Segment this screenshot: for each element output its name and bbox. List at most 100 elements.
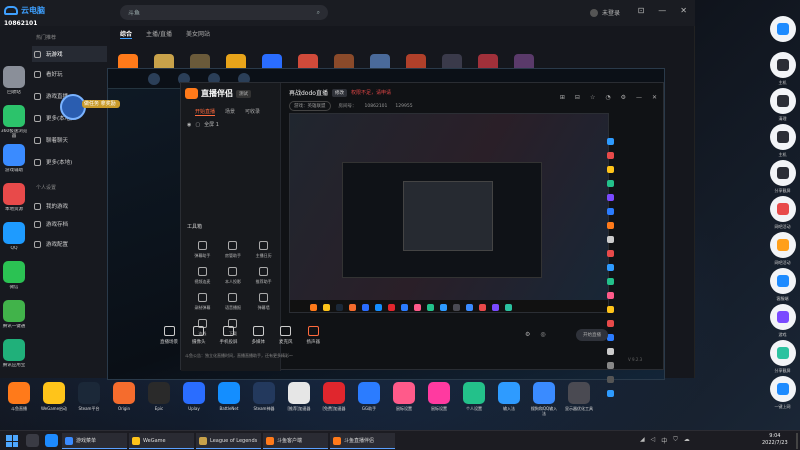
bell-icon[interactable]: ◔ (605, 94, 610, 101)
category-select[interactable]: 游戏：英雄联盟 (289, 101, 331, 111)
restore-icon[interactable]: ⊡ (638, 6, 645, 15)
network-icon[interactable]: ◢ (640, 436, 645, 445)
gift-icon[interactable]: ⊞ (560, 94, 565, 101)
taskbar-app[interactable]: 游戏菜单 (62, 433, 127, 449)
shelf-app[interactable]: 鼠标设置 (424, 380, 454, 430)
shelf-app[interactable]: 搜狗和QQ输入法 (529, 380, 559, 430)
record-icon[interactable]: ◎ (540, 331, 545, 338)
settings-icon[interactable]: ⚙ (525, 331, 530, 338)
nav-item-play-games[interactable]: 玩游戏 (32, 46, 107, 62)
tool-item[interactable]: 录制弹幕 (187, 293, 218, 311)
edge-icon[interactable] (45, 434, 58, 447)
control-speaker[interactable]: 扬声器 (307, 326, 320, 345)
dock-button[interactable] (769, 232, 796, 258)
start-live-button[interactable]: 开始直播 (576, 329, 608, 341)
tool-item[interactable]: 房管助手 (218, 241, 249, 259)
shelf-app[interactable]: Steam神器 (249, 380, 279, 430)
tab-streamers[interactable]: 主播/直播 (146, 29, 172, 39)
gear-icon[interactable]: ⚙ (621, 94, 626, 101)
shelf-app[interactable]: Epic (144, 380, 174, 430)
tab-scene[interactable]: 场景 (225, 108, 235, 116)
dock-button[interactable] (769, 196, 796, 222)
login-area[interactable]: 未登录 (590, 8, 620, 17)
nav-item-chat[interactable]: 聊着聊天 (32, 132, 107, 148)
tool-item[interactable]: 弹幕助手 (187, 241, 218, 259)
bag-icon[interactable]: ⊟ (575, 94, 580, 101)
shelf-app[interactable]: GG助手 (354, 380, 384, 430)
nav-item-saves[interactable]: 游戏存档 (32, 216, 107, 232)
tool-item[interactable]: 语音播报 (218, 293, 249, 311)
desktop-shortcut-icon[interactable] (3, 261, 25, 283)
search-icon[interactable] (26, 434, 39, 447)
taskbar-app[interactable]: 斗鱼直播伴侣 (330, 433, 395, 449)
dock-button[interactable] (769, 376, 796, 402)
dock-button[interactable] (769, 340, 796, 366)
nav-item-more-local-2[interactable]: 更多(本地) (32, 154, 107, 170)
desktop-shortcut-icon[interactable] (3, 339, 25, 361)
control-microphone[interactable]: 麦克风 (279, 326, 293, 345)
shelf-app[interactable]: [免费]加速器 (319, 380, 349, 430)
shelf-app[interactable]: Origin (109, 380, 139, 430)
shelf-app[interactable]: WeGame启动 (39, 380, 69, 430)
shelf-app[interactable]: 个人设置 (459, 380, 489, 430)
shelf-app[interactable]: 斗鱼直播 (4, 380, 34, 430)
tab-record[interactable]: 可收录 (245, 108, 260, 116)
volume-icon[interactable]: ◁ (651, 436, 656, 445)
shelf-app[interactable]: Uplay (179, 380, 209, 430)
desktop-shortcut-icon[interactable] (3, 105, 25, 127)
shelf-app[interactable]: [推荐]加速器 (284, 380, 314, 430)
taskbar-app[interactable]: 斗鱼客户端 (263, 433, 328, 449)
shelf-app[interactable]: Steam平台 (74, 380, 104, 430)
desktop-shortcut-icon[interactable] (3, 222, 25, 244)
dock-button[interactable] (769, 16, 796, 42)
control-media[interactable]: 多媒体 (252, 326, 265, 345)
close-icon[interactable]: ✕ (680, 6, 687, 15)
taskbar-app[interactable]: League of Legends (196, 433, 261, 449)
tool-item[interactable]: 推荐助手 (248, 267, 279, 285)
shelf-app[interactable]: BattleNet (214, 380, 244, 430)
shelf-app[interactable]: 鼠标设置 (389, 380, 419, 430)
desktop-shortcut-icon[interactable] (3, 144, 25, 166)
tool-item[interactable]: 视频连麦 (187, 267, 218, 285)
tool-item[interactable]: 弹幕墙 (248, 293, 279, 311)
clock[interactable]: 9:04 2022/7/23 (762, 433, 788, 447)
desktop-shortcut-icon[interactable] (3, 66, 25, 88)
minimize-icon[interactable]: — (636, 94, 642, 101)
dock-button[interactable] (769, 304, 796, 330)
shield-icon[interactable]: ⛉ (673, 436, 678, 445)
scene-item[interactable]: ◉ ▢ 全屏 1 (187, 121, 219, 129)
dock-button[interactable] (769, 160, 796, 186)
control-camera[interactable]: 摄像头 (192, 326, 206, 345)
shelf-app[interactable]: 显示器优化工具 (564, 380, 594, 430)
cloud-icon[interactable]: ☁ (684, 436, 690, 445)
search-icon[interactable]: ⌕ (317, 9, 320, 17)
desktop-shortcut-icon[interactable] (3, 183, 25, 205)
dock-button[interactable] (769, 124, 796, 150)
eye-icon[interactable]: ◉ (187, 122, 191, 128)
permission-warning[interactable]: 权限不足，请申请 (351, 89, 391, 96)
show-desktop-button[interactable] (796, 433, 798, 449)
shelf-app[interactable]: 输入法 (494, 380, 524, 430)
dock-button[interactable] (769, 52, 796, 78)
tab-beauty[interactable]: 美女网站 (186, 29, 210, 39)
nav-item-fun[interactable]: 看好玩 (32, 66, 107, 82)
login-text[interactable]: 未登录 (602, 8, 620, 17)
taskbar-app[interactable]: WeGame (129, 433, 194, 449)
app-logo[interactable]: 云电脑 (4, 5, 45, 16)
tool-item[interactable]: 本人投影 (218, 267, 249, 285)
start-button[interactable] (6, 435, 18, 447)
tab-start-live[interactable]: 开始直播 (195, 108, 216, 116)
desktop-shortcut-icon[interactable] (3, 300, 25, 322)
dock-button[interactable] (769, 88, 796, 114)
close-icon[interactable]: ✕ (652, 94, 657, 101)
avatar[interactable] (590, 8, 598, 17)
star-icon[interactable]: ☆ (590, 94, 595, 101)
minimize-icon[interactable]: — (658, 6, 666, 15)
lock-icon[interactable]: ▢ (195, 122, 200, 128)
edit-title-button[interactable]: 修改 (331, 88, 347, 97)
tool-item[interactable]: 主播日历 (248, 241, 279, 259)
nav-item-my-games[interactable]: 我的游戏 (32, 198, 107, 214)
control-phone-cast[interactable]: 手机投屏 (220, 326, 238, 345)
ime-icon[interactable]: 中 (661, 436, 667, 445)
control-scene[interactable]: 直播场景 (160, 326, 178, 345)
